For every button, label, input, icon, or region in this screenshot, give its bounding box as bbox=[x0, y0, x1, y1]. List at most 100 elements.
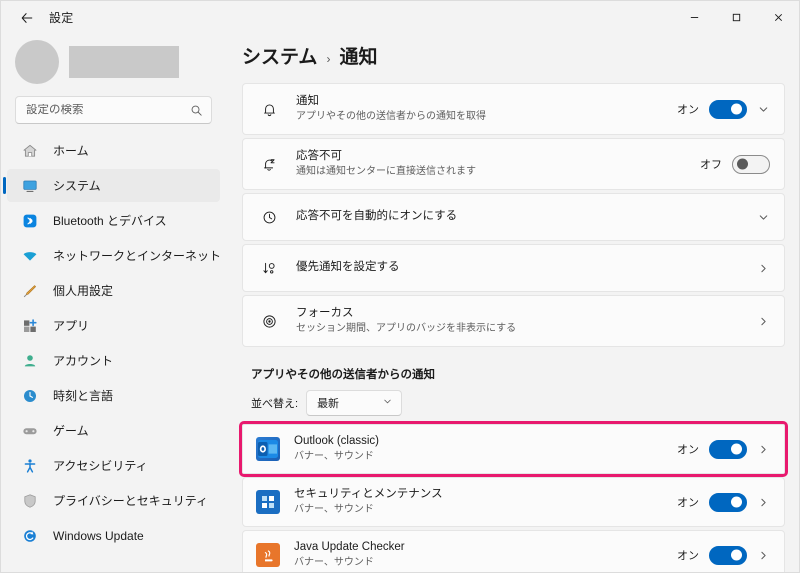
chevron-down-icon[interactable] bbox=[757, 103, 770, 116]
toggle-state-label: オン bbox=[677, 497, 699, 509]
setting-text: 応答不可を自動的にオンにする bbox=[296, 209, 757, 225]
settings-window: 設定 設定の検索 ホーム システム Bluetooth とデバイス ネットワーク… bbox=[0, 0, 800, 573]
search-icon bbox=[191, 105, 202, 116]
app-title: 設定 bbox=[49, 11, 74, 25]
focus-icon bbox=[256, 308, 282, 334]
chevron-right-icon[interactable] bbox=[757, 443, 770, 456]
sort-row: 並べ替え: 最新 bbox=[242, 390, 785, 424]
sidebar-item-label: 時刻と言語 bbox=[53, 389, 114, 403]
setting-title: 優先通知を設定する bbox=[296, 261, 400, 274]
sidebar-item-network-internet[interactable]: ネットワークとインターネット bbox=[7, 239, 222, 272]
breadcrumb-separator: › bbox=[326, 52, 331, 66]
setting-controls: オン bbox=[677, 99, 770, 119]
account-name-redacted bbox=[69, 46, 179, 78]
sidebar-item-label: 個人用設定 bbox=[53, 284, 114, 298]
do-not-disturb-toggle[interactable] bbox=[732, 154, 770, 174]
toggle-state-label: オン bbox=[677, 444, 699, 456]
outlook-icon bbox=[256, 437, 280, 461]
breadcrumb: システム › 通知 bbox=[234, 34, 799, 83]
sidebar-item-accessibility[interactable]: アクセシビリティ bbox=[7, 449, 220, 482]
settings-cards: 通知 アプリやその他の送信者からの通知を取得 オン 応答不可 通知は通知センター… bbox=[234, 83, 799, 572]
sort-label: 並べ替え: bbox=[251, 398, 299, 410]
sidebar-item-gaming[interactable]: ゲーム bbox=[7, 414, 220, 447]
gaming-icon bbox=[19, 421, 41, 441]
setting-row-priority-notifications[interactable]: 優先通知を設定する bbox=[242, 244, 785, 292]
chevron-right-icon[interactable] bbox=[757, 315, 770, 328]
app-row-security-maintenance[interactable]: セキュリティとメンテナンス バナー、サウンド オン bbox=[242, 477, 785, 527]
sidebar-item-apps[interactable]: アプリ bbox=[7, 309, 220, 342]
sidebar-item-system[interactable]: システム bbox=[3, 169, 220, 202]
sidebar-item-label: アクセシビリティ bbox=[53, 459, 148, 473]
sidebar-item-time-language[interactable]: 時刻と言語 bbox=[7, 379, 220, 412]
network-icon bbox=[19, 246, 41, 266]
do-not-disturb-icon bbox=[256, 151, 282, 177]
maximize-button[interactable] bbox=[715, 1, 757, 34]
close-button[interactable] bbox=[757, 1, 799, 34]
clock-icon bbox=[256, 204, 282, 230]
sort-dropdown[interactable]: 最新 bbox=[306, 390, 403, 416]
app-controls: オン bbox=[677, 439, 770, 459]
back-arrow-icon bbox=[21, 12, 33, 23]
privacy-security-icon bbox=[19, 491, 41, 511]
maximize-icon bbox=[732, 13, 740, 22]
sidebar-item-windows-update[interactable]: Windows Update bbox=[7, 519, 220, 552]
sidebar-item-accounts[interactable]: アカウント bbox=[7, 344, 220, 377]
setting-controls bbox=[757, 262, 770, 275]
account-block[interactable] bbox=[1, 34, 220, 94]
breadcrumb-parent[interactable]: システム bbox=[242, 42, 317, 69]
search-box[interactable] bbox=[15, 96, 212, 124]
sidebar-item-label: システム bbox=[53, 179, 101, 193]
notifications-toggle[interactable] bbox=[709, 99, 747, 119]
setting-controls bbox=[757, 315, 770, 328]
app-controls: オン bbox=[677, 545, 770, 565]
back-button[interactable] bbox=[11, 5, 43, 31]
setting-title: 応答不可 bbox=[296, 149, 342, 162]
setting-subtitle: 通知は通知センターに直接送信されます bbox=[296, 166, 476, 178]
chevron-right-icon[interactable] bbox=[757, 549, 770, 562]
chevron-down-icon[interactable] bbox=[757, 211, 770, 224]
app-subtitle: バナー、サウンド bbox=[294, 557, 374, 569]
minimize-button[interactable] bbox=[673, 1, 715, 34]
window-controls bbox=[673, 1, 799, 34]
app-row-outlook[interactable]: Outlook (classic) バナー、サウンド オン bbox=[239, 421, 788, 477]
toggle-state-label: オフ bbox=[700, 159, 722, 171]
app-row-java-update-checker[interactable]: Java Update Checker バナー、サウンド オン bbox=[242, 530, 785, 572]
app-name: セキュリティとメンテナンス bbox=[294, 487, 443, 500]
home-icon bbox=[19, 141, 41, 161]
sidebar-item-personalization[interactable]: 個人用設定 bbox=[7, 274, 220, 307]
sidebar-item-label: ネットワークとインターネット bbox=[53, 249, 222, 263]
chevron-right-icon[interactable] bbox=[757, 262, 770, 275]
close-icon bbox=[774, 13, 782, 22]
app-toggle-java-update-checker[interactable] bbox=[709, 545, 747, 565]
sidebar-item-label: Bluetooth とデバイス bbox=[53, 214, 167, 228]
setting-row-focus[interactable]: フォーカス セッション期間、アプリのバッジを非表示にする bbox=[242, 295, 785, 347]
sidebar-item-home[interactable]: ホーム bbox=[7, 134, 220, 167]
page-title: 通知 bbox=[339, 47, 378, 68]
app-controls: オン bbox=[677, 492, 770, 512]
toggle-state-label: オン bbox=[677, 550, 699, 562]
setting-subtitle: セッション期間、アプリのバッジを非表示にする bbox=[296, 323, 517, 335]
sidebar-item-label: ゲーム bbox=[53, 424, 89, 438]
app-toggle-security-maintenance[interactable] bbox=[709, 492, 747, 512]
sidebar-item-bluetooth-devices[interactable]: Bluetooth とデバイス bbox=[7, 204, 220, 237]
setting-row-notifications[interactable]: 通知 アプリやその他の送信者からの通知を取得 オン bbox=[242, 83, 785, 135]
search-input[interactable] bbox=[26, 104, 190, 116]
content-pane: システム › 通知 通知 アプリやその他の送信者からの通知を取得 オン 応答不可… bbox=[226, 34, 799, 572]
sidebar-item-label: プライバシーとセキュリティ bbox=[53, 494, 209, 508]
app-name: Outlook (classic) bbox=[294, 434, 379, 447]
sidebar-item-privacy-security[interactable]: プライバシーとセキュリティ bbox=[7, 484, 220, 517]
chevron-right-icon[interactable] bbox=[757, 496, 770, 509]
java-icon bbox=[256, 543, 280, 567]
setting-text: 優先通知を設定する bbox=[296, 260, 757, 276]
minimize-icon bbox=[690, 17, 698, 18]
app-name: Java Update Checker bbox=[294, 540, 405, 553]
app-toggle-outlook[interactable] bbox=[709, 439, 747, 459]
setting-row-do-not-disturb[interactable]: 応答不可 通知は通知センターに直接送信されます オフ bbox=[242, 138, 785, 190]
app-text: Outlook (classic) バナー、サウンド bbox=[294, 434, 677, 465]
setting-controls: オフ bbox=[700, 154, 770, 174]
windows-update-icon bbox=[19, 526, 41, 546]
sidebar-nav: ホーム システム Bluetooth とデバイス ネットワークとインターネット … bbox=[1, 134, 222, 572]
setting-row-auto-do-not-disturb[interactable]: 応答不可を自動的にオンにする bbox=[242, 193, 785, 241]
app-subtitle: バナー、サウンド bbox=[294, 504, 374, 516]
app-text: セキュリティとメンテナンス バナー、サウンド bbox=[294, 487, 677, 518]
